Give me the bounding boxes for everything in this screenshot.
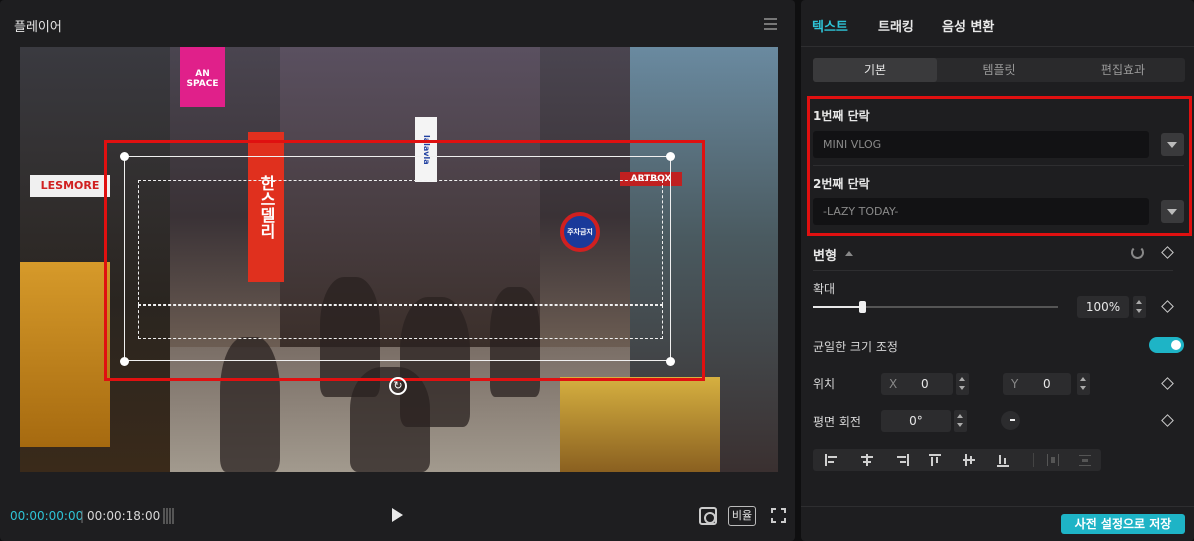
distribute-horizontal-icon[interactable] <box>1039 449 1067 471</box>
axis-x-label: X <box>889 377 898 391</box>
properties-panel: 텍스트 트래킹 음성 변환 기본 템플릿 편집효과 1번째 단락 MINI VL… <box>801 0 1194 541</box>
rotate-handle-icon[interactable]: ↻ <box>389 377 407 395</box>
align-bottom-icon[interactable] <box>989 449 1017 471</box>
tab-voice-convert[interactable]: 음성 변환 <box>942 16 994 35</box>
subtab-template[interactable]: 템플릿 <box>937 58 1061 82</box>
transform-title[interactable]: 변형 <box>813 245 837 264</box>
ratio-button[interactable]: 비율 <box>728 506 756 526</box>
scale-stepper[interactable] <box>1133 296 1146 318</box>
divider <box>801 506 1194 507</box>
rotation-dial[interactable] <box>1001 411 1020 430</box>
alignment-toolbar <box>813 449 1101 471</box>
scale-label: 확대 <box>813 282 836 296</box>
position-x-value: 0 <box>921 377 929 391</box>
collapse-caret-icon[interactable] <box>845 251 853 256</box>
subtab-bar: 기본 템플릿 편집효과 <box>813 58 1185 82</box>
resize-handle[interactable] <box>120 152 129 161</box>
resize-handle[interactable] <box>666 357 675 366</box>
player-panel: 플레이어 한스델리 AN SPACE LESMORE lalavla 주차금지 … <box>0 0 795 541</box>
text-guide-top <box>138 180 663 305</box>
rotation-stepper[interactable] <box>954 410 967 432</box>
keyframe-icon[interactable] <box>1161 377 1174 390</box>
uniform-scale-toggle[interactable] <box>1149 337 1184 353</box>
align-left-icon[interactable] <box>819 449 847 471</box>
keyframe-icon[interactable] <box>1161 414 1174 427</box>
scene-sign: LESMORE <box>30 175 110 197</box>
distribute-vertical-icon[interactable] <box>1071 449 1099 471</box>
scene-shoe-shop <box>20 262 110 447</box>
rotation-value[interactable]: 0° <box>881 410 951 432</box>
align-center-h-icon[interactable] <box>853 449 881 471</box>
divider <box>813 270 1173 271</box>
tab-tracking[interactable]: 트래킹 <box>878 16 914 35</box>
scale-slider-fill <box>813 306 862 308</box>
rotation-label: 평면 회전 <box>813 415 861 429</box>
play-button[interactable] <box>392 508 403 522</box>
video-preview[interactable]: 한스델리 AN SPACE LESMORE lalavla 주차금지 ARTBO… <box>20 47 778 472</box>
current-timecode: 00:00:00:00 <box>10 509 84 523</box>
scene-food-stall <box>560 377 720 472</box>
position-y-field[interactable]: Y 0 <box>1003 373 1071 395</box>
focus-icon[interactable] <box>699 507 717 525</box>
fullscreen-icon[interactable] <box>771 508 786 523</box>
text-guide-bottom <box>138 305 663 339</box>
subtab-basic[interactable]: 기본 <box>813 58 937 82</box>
scale-slider[interactable] <box>813 301 1058 313</box>
align-right-icon[interactable] <box>887 449 915 471</box>
save-preset-button[interactable]: 사전 설정으로 저장 <box>1061 514 1185 534</box>
scale-value[interactable]: 100% <box>1077 296 1129 318</box>
position-label: 위치 <box>813 377 836 391</box>
scene-sign: AN SPACE <box>180 47 225 107</box>
axis-y-label: Y <box>1011 377 1019 391</box>
keyframe-icon[interactable] <box>1161 246 1174 259</box>
tab-text[interactable]: 텍스트 <box>812 16 848 35</box>
paragraph-highlight-box <box>807 96 1192 236</box>
align-middle-v-icon[interactable] <box>955 449 983 471</box>
resize-handle[interactable] <box>666 152 675 161</box>
uniform-scale-label: 균일한 크기 조정 <box>813 340 898 354</box>
divider <box>1033 453 1034 467</box>
scale-slider-thumb[interactable] <box>859 301 866 313</box>
resize-handle[interactable] <box>120 357 129 366</box>
reset-icon[interactable] <box>1131 246 1144 259</box>
menu-icon[interactable] <box>764 18 777 30</box>
divider <box>801 46 1194 47</box>
duration-timecode: 00:00:18:00 <box>87 509 161 523</box>
position-y-stepper[interactable] <box>1077 373 1090 395</box>
align-top-icon[interactable] <box>921 449 949 471</box>
timecode-separator: | <box>80 509 85 523</box>
keyframe-icon[interactable] <box>1161 300 1174 313</box>
position-x-stepper[interactable] <box>956 373 969 395</box>
player-title: 플레이어 <box>14 20 62 35</box>
position-x-field[interactable]: X 0 <box>881 373 953 395</box>
position-y-value: 0 <box>1043 377 1051 391</box>
subtab-effects[interactable]: 편집효과 <box>1061 58 1185 82</box>
timeline-grid-icon[interactable] <box>163 508 185 524</box>
